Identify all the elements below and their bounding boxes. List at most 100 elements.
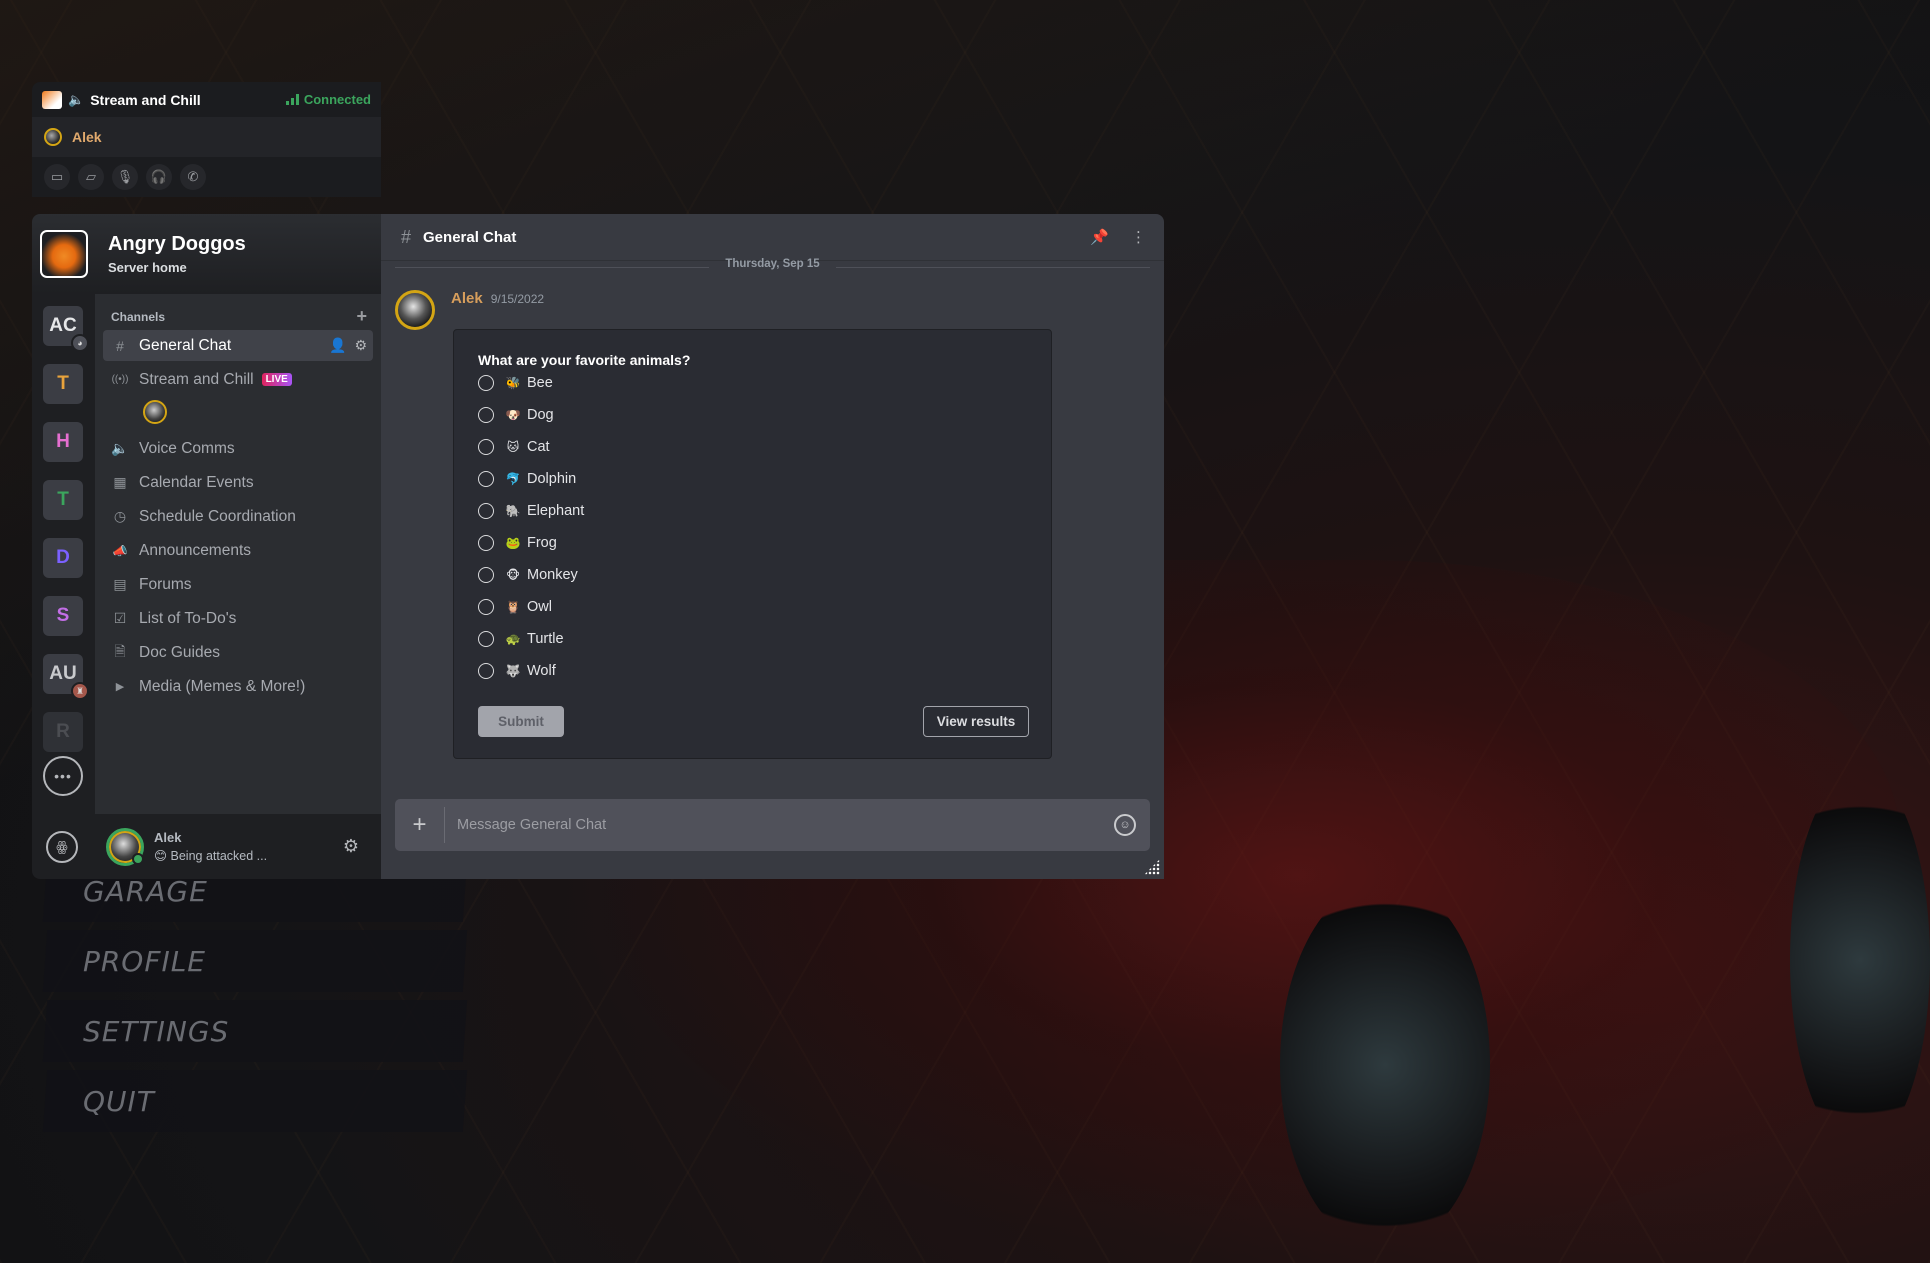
poll-option[interactable]: 🦉 Owl <box>478 596 552 618</box>
poll-option-label: Bee <box>527 375 553 391</box>
user-settings-icon[interactable]: ⚙ <box>343 836 359 857</box>
channel-schedule-coordination[interactable]: ◷ Schedule Coordination <box>103 501 373 532</box>
online-status-icon <box>132 852 144 865</box>
add-attachment-icon[interactable]: + <box>395 807 445 843</box>
invite-member-icon[interactable]: 👤 <box>329 337 346 354</box>
message-avatar[interactable] <box>395 290 435 330</box>
channels-header: Channels + <box>111 306 367 326</box>
poll-submit-button[interactable]: Submit <box>478 706 564 737</box>
add-channel-icon[interactable]: + <box>356 306 367 327</box>
radio-button[interactable] <box>478 535 494 551</box>
channel-voice-comms[interactable]: 🔈 Voice Comms <box>103 433 373 464</box>
channel-media[interactable]: ▶ Media (Memes & More!) <box>103 671 373 702</box>
channel-stream-and-chill[interactable]: ((•)) Stream and Chill LIVE <box>103 364 373 395</box>
game-menu-settings[interactable]: SETTINGS <box>42 1000 468 1062</box>
poll-option[interactable]: 🐘 Elephant <box>478 500 584 522</box>
microphone-icon[interactable]: 🎙 <box>112 164 138 190</box>
poll-option[interactable]: 🐬 Dolphin <box>478 468 576 490</box>
poll-option[interactable]: 🐝 Bee <box>478 372 553 394</box>
radio-button[interactable] <box>478 599 494 615</box>
server-fox-icon <box>42 90 62 109</box>
poll-view-results-button[interactable]: View results <box>923 706 1029 737</box>
game-menu-profile[interactable]: PROFILE <box>42 930 468 992</box>
poll-option[interactable]: 🐢 Turtle <box>478 628 564 650</box>
poll-option-label: Dolphin <box>527 471 577 487</box>
headphones-icon[interactable]: 🎧 <box>146 164 172 190</box>
poll-option-label: Cat <box>527 439 550 455</box>
channel-list-of-todos[interactable]: ☑ List of To-Do's <box>103 603 373 634</box>
message-input[interactable] <box>445 817 1114 833</box>
server-name: Angry Doggos <box>108 233 246 255</box>
channel-list: Channels + # General Chat 👤 ⚙ ((•)) Stre… <box>95 294 381 814</box>
discord-overlay: Angry Doggos Server home AC ◕ T H T D S … <box>32 214 1164 879</box>
voice-user-name: Alek <box>72 129 102 145</box>
forum-icon: ▤ <box>113 576 127 592</box>
pin-icon[interactable]: 📌 <box>1090 228 1109 246</box>
poll-option[interactable]: 🐱 Cat <box>478 436 550 458</box>
poll-option-label: Monkey <box>527 567 578 583</box>
radio-button[interactable] <box>478 471 494 487</box>
server-icon-s[interactable]: S <box>43 596 83 636</box>
channel-settings-icon[interactable]: ⚙ <box>354 337 367 354</box>
poll-option[interactable]: 🐶 Dog <box>478 404 554 426</box>
more-chats-icon[interactable]: ••• <box>43 756 83 796</box>
emoji-picker-icon[interactable]: ☺ <box>1114 814 1136 836</box>
user-info[interactable]: Alek 😊 Being attacked ... <box>154 830 267 863</box>
server-header[interactable]: Angry Doggos Server home <box>32 214 381 294</box>
stage-channel-icon: ((•)) <box>111 374 129 385</box>
channel-calendar-events[interactable]: ▦ Calendar Events <box>103 467 373 498</box>
poll-option-label: Elephant <box>527 503 585 519</box>
poll-card: What are your favorite animals? 🐝 Bee 🐶 Dog… <box>453 329 1052 759</box>
server-icon-t2[interactable]: T <box>43 480 83 520</box>
car-wheel <box>1280 880 1490 1250</box>
channel-forums[interactable]: ▤ Forums <box>103 569 373 600</box>
game-menu-quit[interactable]: QUIT <box>42 1070 468 1132</box>
poll-question: What are your favorite animals? <box>478 352 691 368</box>
connection-status: Connected <box>285 92 371 107</box>
poll-option-label: Frog <box>527 535 557 551</box>
animal-emoji-icon: 🐢 <box>505 632 521 646</box>
radio-button[interactable] <box>478 567 494 583</box>
poll-option[interactable]: 🐸 Frog <box>478 532 557 554</box>
user-status: 😊 Being attacked ... <box>154 849 268 863</box>
user-avatar[interactable] <box>106 827 144 866</box>
poll-option[interactable]: 🐵 Monkey <box>478 564 578 586</box>
stream-participant-avatar[interactable] <box>143 400 167 424</box>
avatar <box>44 128 62 146</box>
camera-off-icon[interactable]: ▱ <box>78 164 104 190</box>
chat-pane: # General Chat 📌 ⋮ Thursday, Sep 15 Alek… <box>381 214 1164 879</box>
screen-share-off-icon[interactable]: ▭ <box>44 164 70 190</box>
server-icon-au[interactable]: AU ♜ <box>43 654 89 700</box>
radio-button[interactable] <box>478 375 494 391</box>
friends-icon[interactable]: ꙮ <box>46 830 78 863</box>
radio-button[interactable] <box>478 503 494 519</box>
date-divider: Thursday, Sep 15 <box>395 258 1150 272</box>
game-menu: GARAGE PROFILE SETTINGS QUIT <box>42 860 468 1140</box>
radio-button[interactable] <box>478 663 494 679</box>
radio-button[interactable] <box>478 407 494 423</box>
radio-button[interactable] <box>478 439 494 455</box>
server-icon-r[interactable]: R <box>43 712 83 752</box>
megaphone-icon: 📣 <box>112 543 128 558</box>
server-icon-t[interactable]: T <box>43 364 83 404</box>
channel-announcements[interactable]: 📣 Announcements <box>103 535 373 566</box>
animal-emoji-icon: 🐝 <box>505 376 521 390</box>
checklist-icon: ☑ <box>113 610 127 626</box>
server-icon-h[interactable]: H <box>43 422 83 462</box>
server-icon-ac[interactable]: AC ◕ <box>43 306 89 352</box>
channel-general-chat[interactable]: # General Chat 👤 ⚙ <box>103 330 373 361</box>
disconnect-icon[interactable]: ✆ <box>180 164 206 190</box>
message-composer: + ☺ <box>395 799 1150 851</box>
channel-doc-guides[interactable]: 🗎 Doc Guides <box>103 637 373 668</box>
radio-button[interactable] <box>478 631 494 647</box>
voice-channel-row: 🔈 Stream and Chill Connected <box>32 82 381 117</box>
server-icon-d[interactable]: D <box>43 538 83 578</box>
voice-user-row[interactable]: Alek <box>32 117 381 157</box>
poll-option[interactable]: 🐺 Wolf <box>478 660 556 682</box>
more-options-icon[interactable]: ⋮ <box>1131 228 1146 246</box>
message-author[interactable]: Alek <box>451 290 483 307</box>
document-icon: 🗎 <box>114 642 126 659</box>
chat-header: # General Chat 📌 ⋮ <box>381 214 1164 261</box>
server-rail: AC ◕ T H T D S AU ♜ R ••• <box>32 294 95 814</box>
resize-handle[interactable] <box>1144 859 1160 875</box>
